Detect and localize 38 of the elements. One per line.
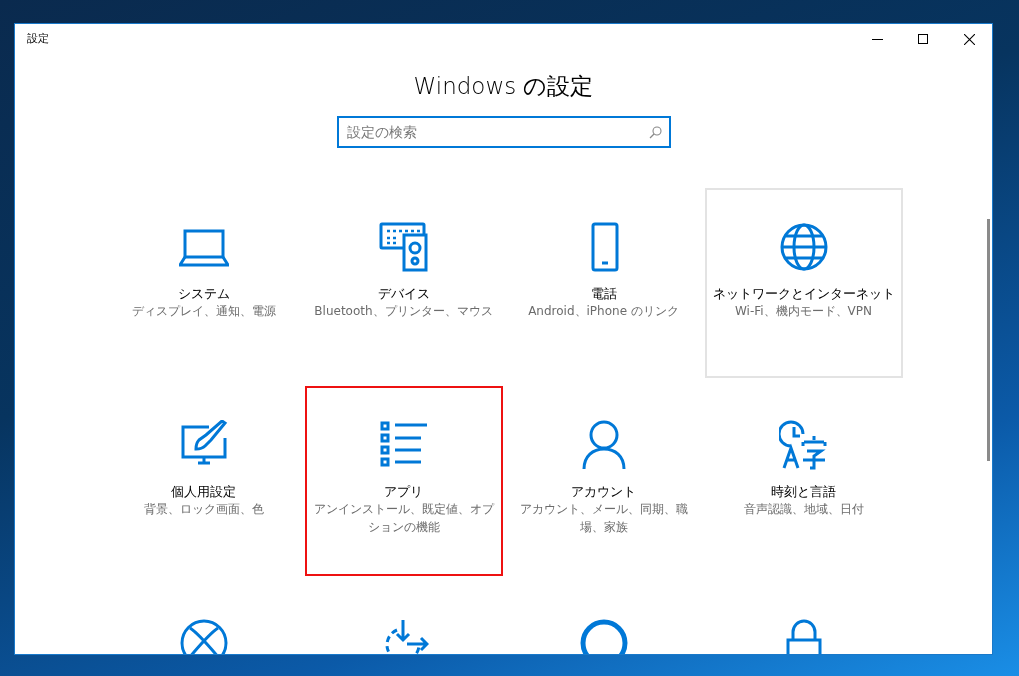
globe-icon [778,221,829,272]
settings-tile[interactable]: システム ディスプレイ、通知、電源 [104,187,303,378]
tile-title: ネットワークとインターネット [712,285,895,303]
window-title: 設定 [26,30,50,47]
tile-description: Wi-Fi、機内モード、VPN [734,303,873,321]
search-field[interactable]: 設定の検索 [336,115,671,148]
xbox-icon [178,617,229,654]
settings-tile[interactable]: アカウント アカウント、メール、同期、職場、家族 [504,385,703,576]
keyboard-speaker-icon [378,221,429,272]
clock-letters-icon [778,419,829,470]
tile-description: 背景、ロック画面、色 [143,501,264,519]
tile-title: 電話 [590,285,617,303]
settings-tile[interactable]: ネットワークとインターネット Wi-Fi、機内モード、VPN [704,187,903,378]
tile-description: アンインストール、既定値、オプションの機能 [312,501,496,537]
tile-description: ディスプレイ、通知、電源 [131,303,276,321]
tile-description: 音声認識、地域、日付 [743,501,864,519]
list-icon [378,419,429,470]
tile-title: システム [177,285,230,303]
minimize-icon [871,38,883,40]
scrollbar[interactable] [987,219,990,461]
search-icon [648,125,662,139]
tile-title: アプリ [384,483,423,501]
tile-title: デバイス [377,285,430,303]
tile-description: アカウント、メール、同期、職場、家族 [518,501,689,537]
close-icon [963,33,975,45]
page-heading: Windows の設定 [412,72,595,101]
maximize-icon [918,34,928,44]
ring-icon [578,617,629,654]
tile-title: 個人用設定 [171,483,236,501]
settings-tile[interactable]: デバイス Bluetooth、プリンター、マウス [304,187,503,378]
settings-tile[interactable]: 電話 Android、iPhone のリンク [504,187,703,378]
tile-description: Android、iPhone のリンク [528,303,679,321]
tile-title: アカウント [571,483,636,501]
tile-description: Bluetooth、プリンター、マウス [314,303,493,321]
tile-title: 時刻と言語 [771,483,836,501]
settings-tile[interactable]: 時刻と言語 音声認識、地域、日付 [704,385,903,576]
settings-tile[interactable]: 個人用設定 背景、ロック画面、色 [104,385,303,576]
settings-tile[interactable]: アプリ アンインストール、既定値、オプションの機能 [304,385,503,576]
